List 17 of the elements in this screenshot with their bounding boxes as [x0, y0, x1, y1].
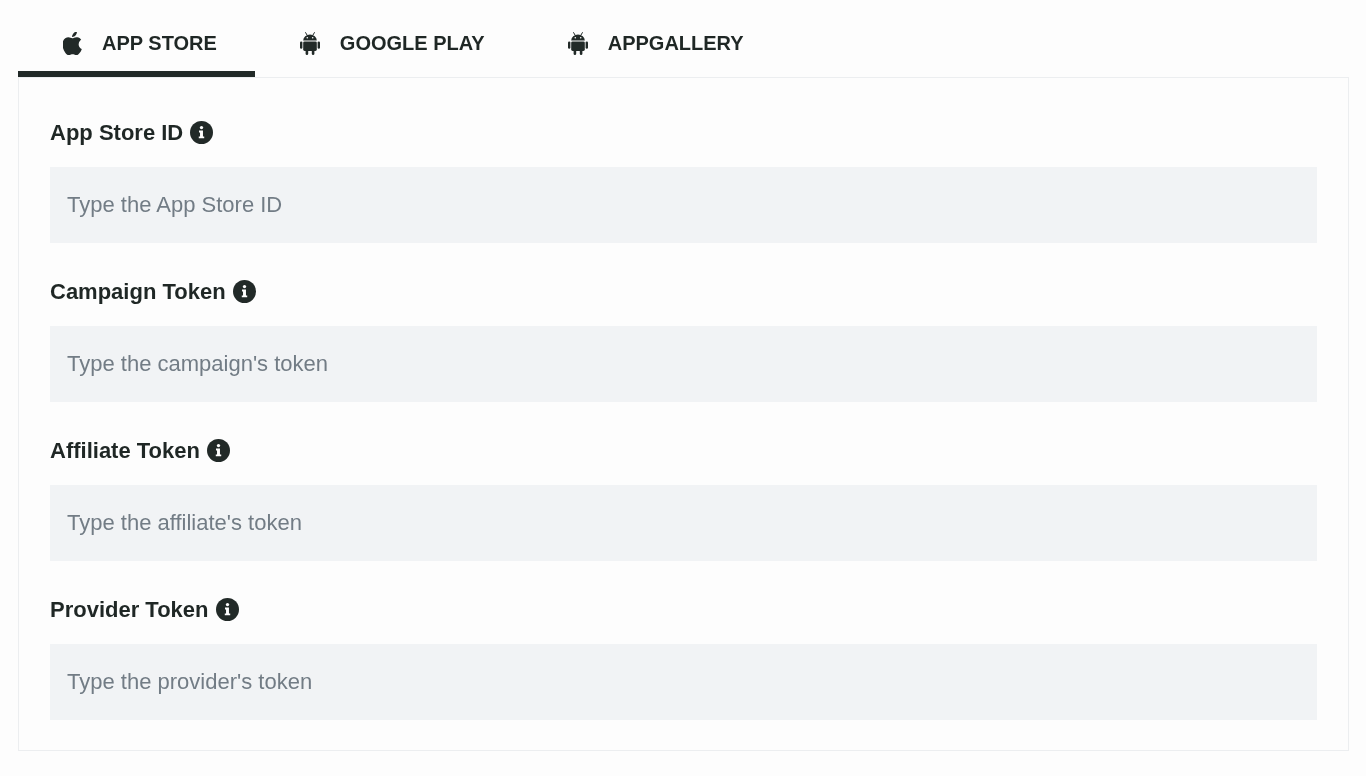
tab[interactable]: APPGALLERY	[522, 0, 782, 77]
info-icon[interactable]	[190, 120, 214, 144]
robot-icon	[299, 32, 320, 55]
field-label: Affiliate Token	[50, 437, 200, 465]
robot-icon	[567, 32, 588, 55]
apple-icon	[63, 32, 82, 55]
input-field[interactable]: Type the affiliate's token	[50, 485, 1317, 561]
field-label: App Store ID	[50, 119, 184, 147]
field-label: Provider Token	[50, 596, 209, 624]
info-icon[interactable]	[206, 438, 230, 462]
input-field[interactable]: Type the campaign's token	[50, 326, 1317, 402]
tab[interactable]: GOOGLE PLAY	[254, 0, 523, 77]
field-label: Campaign Token	[50, 278, 226, 306]
input-field[interactable]: Type the App Store ID	[50, 167, 1317, 243]
info-icon[interactable]	[215, 597, 239, 621]
input-field[interactable]: Type the provider's token	[50, 644, 1317, 720]
info-icon[interactable]	[232, 279, 256, 303]
